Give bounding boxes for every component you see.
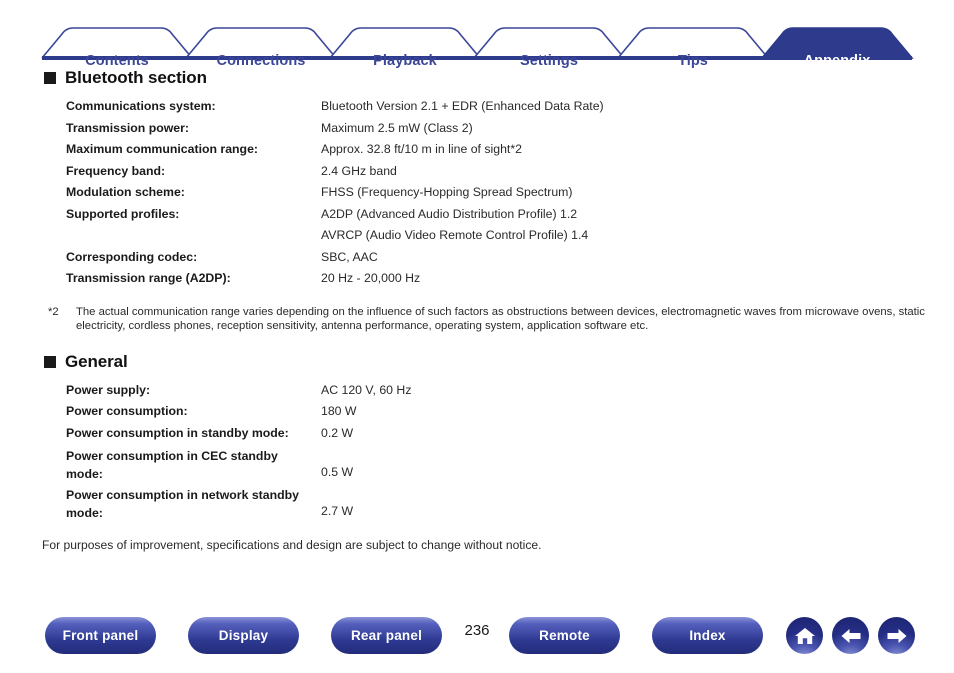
table-row: Power consumption: 180 W — [66, 401, 411, 423]
table-row: Transmission power: Maximum 2.5 mW (Clas… — [66, 118, 604, 140]
spec-value: AC 120 V, 60 Hz — [321, 382, 412, 397]
back-button[interactable] — [832, 617, 869, 654]
general-spec-table: Power supply: AC 120 V, 60 Hz Power cons… — [66, 380, 411, 523]
remote-button[interactable]: Remote — [509, 617, 620, 654]
section-title: Bluetooth section — [65, 68, 207, 87]
spec-label: Power consumption in CEC standby mode: — [66, 449, 278, 481]
spec-value: 2.4 GHz band — [321, 163, 397, 178]
page-content: Bluetooth section Communications system:… — [0, 58, 954, 552]
bluetooth-spec-table: Communications system: Bluetooth Version… — [66, 96, 604, 290]
table-row: Communications system: Bluetooth Version… — [66, 96, 604, 118]
spec-label: Corresponding codec: — [66, 249, 198, 264]
table-row: Modulation scheme: FHSS (Frequency-Hoppi… — [66, 182, 604, 204]
spec-label: Supported profiles: — [66, 206, 180, 221]
spec-value: AVRCP (Audio Video Remote Control Profil… — [321, 228, 589, 242]
tab-bar: Contents Connections Playback Settings T… — [0, 20, 954, 69]
table-row: AVRCP (Audio Video Remote Control Profil… — [66, 225, 604, 247]
forward-button[interactable] — [878, 617, 915, 654]
spec-label: Modulation scheme: — [66, 185, 185, 199]
spec-value: Bluetooth Version 2.1 + EDR (Enhanced Da… — [321, 99, 604, 113]
spec-label: Power consumption: — [66, 404, 188, 418]
home-button[interactable] — [786, 617, 823, 654]
spec-value: SBC, AAC — [321, 249, 378, 264]
footer-nav: Front panel Display Rear panel 236 Remot… — [0, 617, 954, 657]
spec-value: 0.5 W — [321, 464, 354, 479]
footnote: *2 The actual communication range varies… — [48, 305, 954, 334]
home-icon — [794, 626, 816, 646]
rear-panel-button[interactable]: Rear panel — [331, 617, 442, 654]
spec-value: FHSS (Frequency-Hopping Spread Spectrum) — [321, 185, 573, 199]
section-title: General — [65, 351, 128, 371]
closing-note: For purposes of improvement, specificati… — [42, 538, 542, 552]
spec-label: Power supply: — [66, 382, 151, 397]
filled-square-icon — [44, 72, 56, 84]
spec-label: Frequency band: — [66, 163, 166, 178]
spec-label: Transmission power: — [66, 120, 189, 135]
table-row: Power consumption in CEC standby mode: 0… — [66, 444, 411, 483]
table-row: Transmission range (A2DP): 20 Hz - 20,00… — [66, 268, 604, 290]
spec-value: 180 W — [321, 404, 357, 418]
footnote-text: The actual communication range varies de… — [76, 305, 925, 333]
spec-value: 2.7 W — [321, 503, 354, 518]
table-row: Frequency band: 2.4 GHz band — [66, 161, 604, 183]
table-row: Corresponding codec: SBC, AAC — [66, 247, 604, 269]
table-row: Power supply: AC 120 V, 60 Hz — [66, 380, 411, 402]
spec-label: Power consumption in network standby mod… — [66, 488, 299, 520]
spec-value: 20 Hz - 20,000 Hz — [321, 271, 421, 285]
spec-label: Transmission range (A2DP): — [66, 271, 231, 285]
spec-value: Approx. 32.8 ft/10 m in line of sight*2 — [321, 142, 522, 156]
section-header-general: General — [44, 352, 954, 372]
spec-label: Maximum communication range: — [66, 142, 259, 156]
spec-label: Power consumption in standby mode: — [66, 425, 289, 440]
index-button[interactable]: Index — [652, 617, 763, 654]
front-panel-button[interactable]: Front panel — [45, 617, 156, 654]
page-number: 236 — [464, 622, 490, 639]
arrow-right-icon — [886, 627, 908, 645]
arrow-left-icon — [840, 627, 862, 645]
display-button[interactable]: Display — [188, 617, 299, 654]
section-header-bluetooth: Bluetooth section — [44, 68, 954, 88]
table-row: Power consumption in standby mode: 0.2 W — [66, 423, 411, 445]
table-row: Power consumption in network standby mod… — [66, 483, 411, 522]
filled-square-icon — [44, 355, 56, 368]
spec-value: Maximum 2.5 mW (Class 2) — [321, 120, 473, 135]
spec-label — [66, 225, 321, 247]
table-row: Supported profiles: A2DP (Advanced Audio… — [66, 204, 604, 226]
spec-value: A2DP (Advanced Audio Distribution Profil… — [321, 206, 578, 221]
table-row: Maximum communication range: Approx. 32.… — [66, 139, 604, 161]
footnote-mark: *2 — [48, 305, 59, 318]
spec-value: 0.2 W — [321, 425, 354, 440]
spec-label: Communications system: — [66, 99, 216, 113]
